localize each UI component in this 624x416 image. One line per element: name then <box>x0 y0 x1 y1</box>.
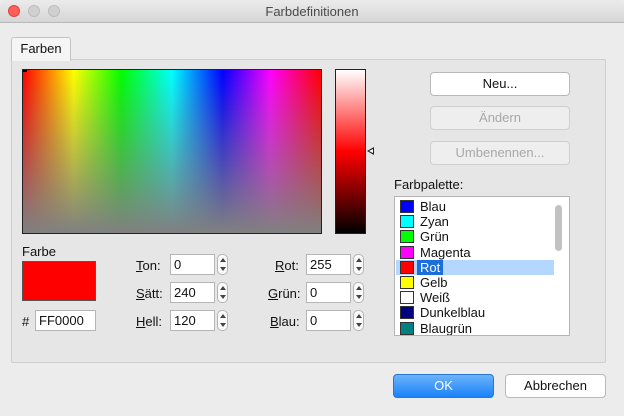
palette-item-label: Blau <box>420 199 447 214</box>
new-button[interactable]: Neu... <box>430 72 570 96</box>
palette-item[interactable]: Rot <box>396 259 554 275</box>
palette-item-label: Weiß <box>420 290 451 306</box>
color-definitions-dialog: Farbdefinitionen Farben Farbe # FF0000 T… <box>0 0 624 416</box>
tab-farben[interactable]: Farben <box>11 37 71 61</box>
palette-item-label: Zyan <box>420 214 449 230</box>
palette-item[interactable]: Dunkelblau <box>396 305 554 320</box>
palette-list[interactable]: Blau Zyan Grün Magenta Rot Gelb Weiß Dunkelblau… <box>394 196 570 336</box>
saturation-input[interactable]: 240 <box>170 282 215 303</box>
palette-item[interactable]: Magenta <box>396 245 554 260</box>
title-bar: Farbdefinitionen <box>0 0 624 23</box>
palette-scrollbar[interactable] <box>555 205 562 251</box>
color-label: Farbe <box>22 244 56 259</box>
palette-item[interactable]: Blau <box>396 199 554 214</box>
palette-item[interactable]: Weiß <box>396 290 554 305</box>
hex-input[interactable]: FF0000 <box>35 310 96 331</box>
hue-label: Ton: <box>136 258 161 273</box>
ok-button[interactable]: OK <box>393 374 494 398</box>
blue-input[interactable]: 0 <box>306 310 351 331</box>
blue-label: Blau: <box>270 314 300 329</box>
red-input[interactable]: 255 <box>306 254 351 275</box>
palette-color-chip <box>400 291 414 305</box>
hue-saturation-field[interactable] <box>22 69 322 234</box>
rename-button[interactable]: Umbenennen... <box>430 141 570 165</box>
luminance-bar[interactable] <box>335 69 366 234</box>
blue-stepper[interactable] <box>353 310 364 331</box>
saturation-label: Sätt: <box>136 286 163 301</box>
palette-item-label: Magenta <box>420 244 471 260</box>
luminance-input[interactable]: 120 <box>170 310 215 331</box>
red-label: Rot: <box>275 258 299 273</box>
green-stepper[interactable] <box>353 282 364 303</box>
palette-color-chip <box>400 230 414 244</box>
hex-prefix: # <box>22 314 30 329</box>
palette-item[interactable]: Blaugrün <box>396 320 554 336</box>
luminance-label: Hell: <box>136 314 163 329</box>
change-button[interactable]: Ändern <box>430 106 570 130</box>
green-label: Grün: <box>268 286 301 301</box>
green-input[interactable]: 0 <box>306 282 351 303</box>
palette-color-chip <box>400 245 414 259</box>
palette-color-chip <box>400 306 414 320</box>
red-stepper[interactable] <box>353 254 364 275</box>
palette-item-label: Dunkelblau <box>420 305 486 321</box>
palette-color-chip <box>400 200 414 213</box>
palette-item[interactable]: Zyan <box>396 214 554 229</box>
palette-label: Farbpalette: <box>394 177 464 192</box>
palette-color-chip <box>400 276 414 289</box>
palette-color-chip <box>400 260 414 274</box>
palette-item-label: Blaugrün <box>420 320 473 336</box>
saturation-stepper[interactable] <box>217 282 228 303</box>
palette-item[interactable]: Gelb <box>396 275 554 290</box>
luminance-stepper[interactable] <box>217 310 228 331</box>
palette-color-chip <box>400 321 414 335</box>
palette-item-label: Gelb <box>420 275 448 290</box>
window-title: Farbdefinitionen <box>265 4 359 19</box>
palette-item[interactable]: Grün <box>396 229 554 244</box>
palette-color-chip <box>400 215 414 229</box>
palette-item-label: Rot <box>417 259 444 275</box>
luminance-arrow-fill <box>369 149 373 153</box>
hue-stepper[interactable] <box>217 254 228 275</box>
color-preview-swatch <box>22 261 96 301</box>
spectrum-crosshair <box>23 70 27 72</box>
cancel-button[interactable]: Abbrechen <box>505 374 606 398</box>
palette-item-label: Grün <box>420 229 449 245</box>
hue-input[interactable]: 0 <box>170 254 215 275</box>
